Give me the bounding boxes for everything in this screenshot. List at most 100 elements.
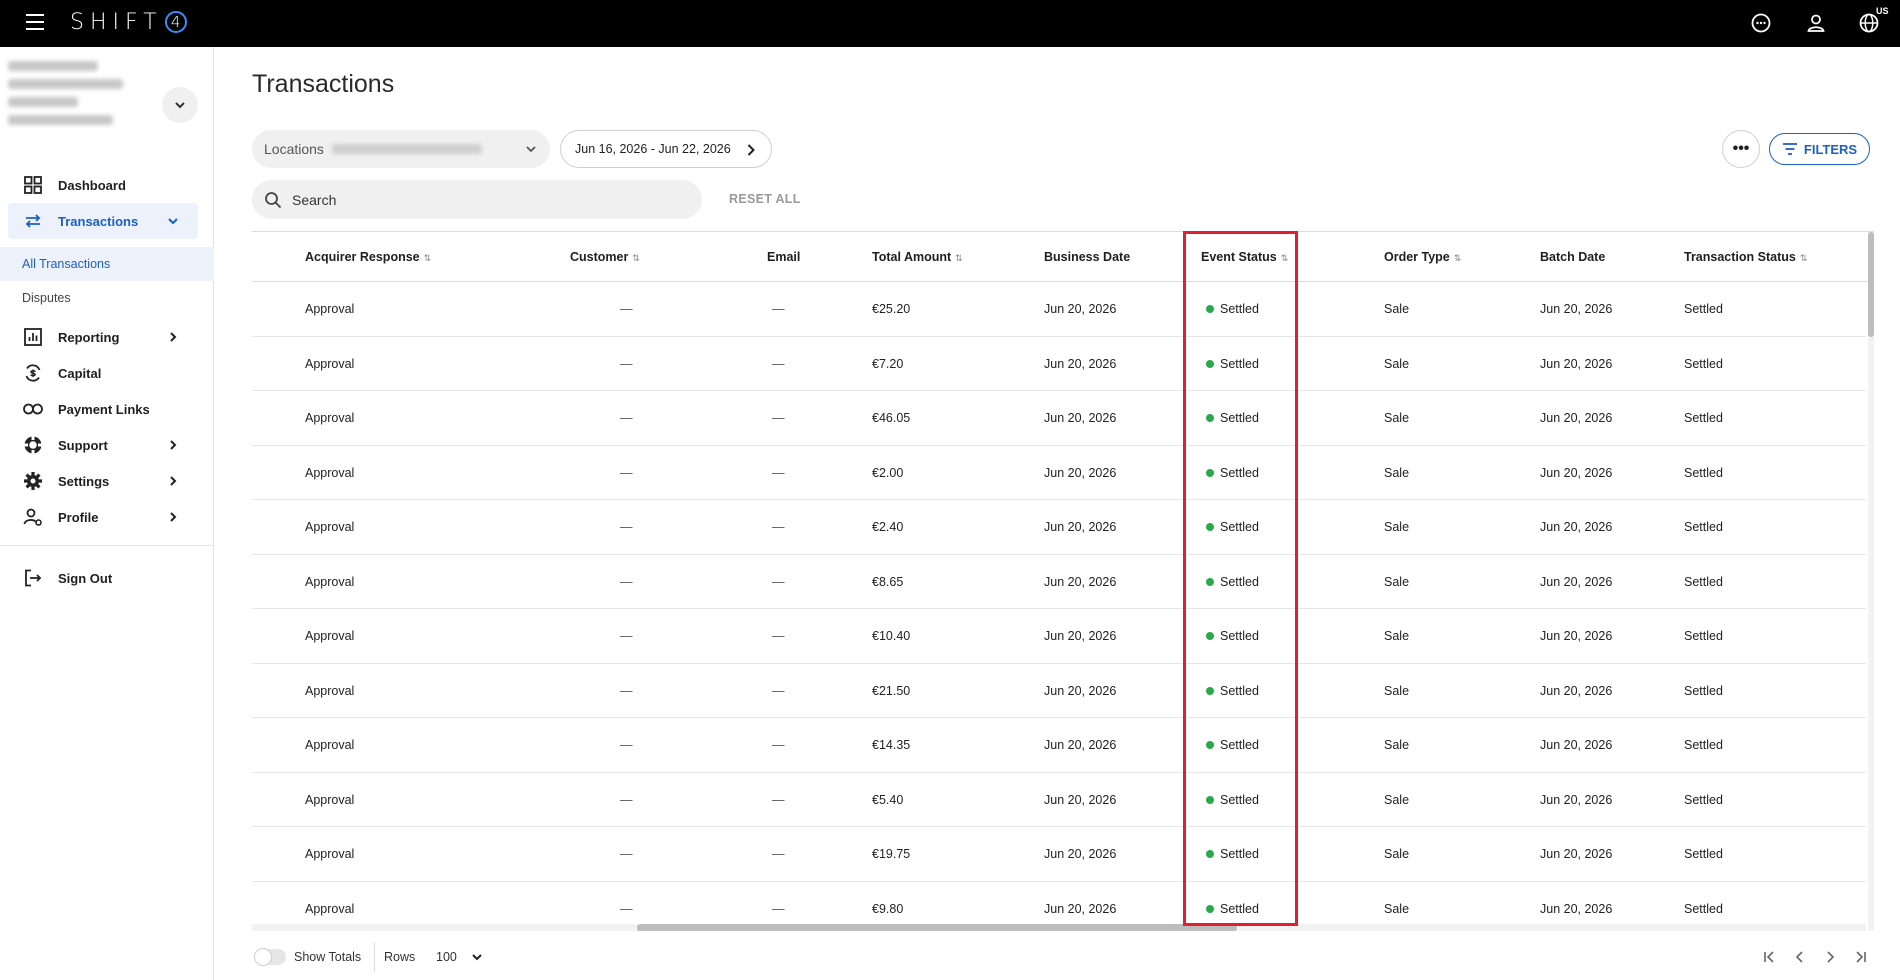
previous-page-icon[interactable] xyxy=(1792,949,1808,965)
nav-sign-out-label: Sign Out xyxy=(58,570,113,586)
sort-icon[interactable]: ⇅ xyxy=(424,253,432,263)
gear-icon xyxy=(22,470,44,492)
col-total-amount[interactable]: Total Amount ⇅ xyxy=(872,250,963,264)
cell-text: €21.50 xyxy=(872,683,911,698)
cell-text: Jun 20, 2026 xyxy=(1540,738,1613,752)
horizontal-scrollbar[interactable] xyxy=(252,924,1866,931)
account-switcher-button[interactable] xyxy=(162,87,198,123)
next-page-icon[interactable] xyxy=(1822,949,1838,965)
col-transaction-status[interactable]: Transaction Status ⇅ xyxy=(1684,250,1807,264)
cell-text: Settled xyxy=(1684,683,1723,698)
cell-text: Jun 20, 2026 xyxy=(1044,465,1117,480)
sort-icon[interactable]: ⇅ xyxy=(632,253,640,263)
first-page-icon[interactable] xyxy=(1762,949,1778,965)
cell-text: — xyxy=(772,901,785,916)
cell-text: — xyxy=(772,792,785,807)
last-page-icon[interactable] xyxy=(1852,949,1868,965)
chat-icon[interactable] xyxy=(1750,12,1772,34)
hamburger-menu-icon[interactable] xyxy=(26,14,46,32)
cell-text: Jun 20, 2026 xyxy=(1540,356,1613,371)
nav-settings[interactable]: Settings xyxy=(0,463,214,499)
cell-text: — xyxy=(620,847,633,861)
chevron-right-icon xyxy=(170,332,177,342)
cell-text: Sale xyxy=(1384,901,1410,916)
table-row[interactable]: Approval — — €7.20 Jun 20, 2026 Settled Sale Ju… xyxy=(252,337,1866,391)
status-dot-icon xyxy=(1206,414,1214,422)
sort-icon[interactable]: ⇅ xyxy=(1800,253,1808,263)
cell-email: — xyxy=(772,902,785,916)
horizontal-scroll-thumb[interactable] xyxy=(637,924,1237,931)
reset-all-button[interactable]: RESET ALL xyxy=(729,192,801,206)
cell-customer: — xyxy=(620,575,633,589)
cell-text: Settled xyxy=(1220,411,1259,425)
col-acquirer-response[interactable]: Acquirer Response ⇅ xyxy=(305,250,431,264)
cell-text: — xyxy=(772,574,785,589)
nav-transactions[interactable]: Transactions xyxy=(8,203,198,239)
filters-button[interactable]: FILTERS xyxy=(1769,133,1870,165)
show-totals-toggle[interactable] xyxy=(254,948,286,966)
cell-text: Sale xyxy=(1384,792,1410,807)
table-row[interactable]: Approval — — €14.35 Jun 20, 2026 Settled Sale J… xyxy=(252,718,1866,773)
col-order-type[interactable]: Order Type ⇅ xyxy=(1384,250,1461,264)
sort-icon[interactable]: ⇅ xyxy=(1454,253,1462,263)
page-title: Transactions xyxy=(252,70,395,98)
table-row[interactable]: Approval — — €5.40 Jun 20, 2026 Settled Sale Ju… xyxy=(252,773,1866,827)
cell-text: Jun 20, 2026 xyxy=(1044,792,1117,807)
nav-reporting[interactable]: Reporting xyxy=(0,319,214,355)
table-row[interactable]: Approval — — €19.75 Jun 20, 2026 Settled Sale J… xyxy=(252,827,1866,882)
chevron-down-icon[interactable] xyxy=(470,950,484,964)
search-input[interactable] xyxy=(292,191,672,208)
locations-select[interactable]: Locations xyxy=(252,130,550,168)
col-customer[interactable]: Customer ⇅ xyxy=(570,250,640,264)
table-row[interactable]: Approval — — €2.40 Jun 20, 2026 Settled Sale Ju… xyxy=(252,500,1866,555)
vertical-scrollbar[interactable] xyxy=(1868,232,1874,931)
cell-order-type: Sale xyxy=(1384,738,1409,752)
more-options-button[interactable]: ••• xyxy=(1722,130,1760,168)
cell-email: — xyxy=(772,411,785,425)
cell-transaction-status: Settled xyxy=(1684,793,1723,807)
cell-text: Jun 20, 2026 xyxy=(1044,738,1117,752)
cell-transaction-status: Settled xyxy=(1684,520,1723,534)
nav-disputes[interactable]: Disputes xyxy=(0,281,214,315)
table-row[interactable]: Approval — — €2.00 Jun 20, 2026 Settled Sale Ju… xyxy=(252,446,1866,500)
nav-dashboard[interactable]: Dashboard xyxy=(0,167,214,203)
nav-support[interactable]: Support xyxy=(0,427,214,463)
nav-payment-links[interactable]: Payment Links xyxy=(0,391,214,427)
cell-text: Jun 20, 2026 xyxy=(1540,901,1613,916)
table-row[interactable]: Approval — — €8.65 Jun 20, 2026 Settled Sale Ju… xyxy=(252,555,1866,609)
table-row[interactable]: Approval — — €46.05 Jun 20, 2026 Settled Sale J… xyxy=(252,391,1866,446)
col-event-status[interactable]: Event Status ⇅ xyxy=(1201,250,1288,264)
nav-sign-out[interactable]: Sign Out xyxy=(0,560,214,596)
col-email[interactable]: Email xyxy=(767,250,800,264)
cell-text: Sale xyxy=(1384,520,1410,534)
locations-label: Locations xyxy=(264,141,324,157)
cell-business-date: Jun 20, 2026 xyxy=(1044,466,1116,480)
rows-per-page-select[interactable]: 100 xyxy=(436,950,457,964)
cell-order-type: Sale xyxy=(1384,575,1409,589)
user-account-icon[interactable] xyxy=(1805,12,1827,34)
status-dot-icon xyxy=(1206,741,1214,749)
top-bar: SHIFT 4 US xyxy=(0,0,1900,47)
cell-transaction-status: Settled xyxy=(1684,411,1723,425)
sort-icon[interactable]: ⇅ xyxy=(1281,253,1289,263)
col-business-date[interactable]: Business Date xyxy=(1044,250,1130,264)
cell-event-status: Settled xyxy=(1206,738,1259,752)
brand-mark: 4 xyxy=(164,11,187,33)
cell-total-amount: €19.75 xyxy=(872,847,910,861)
sort-icon[interactable]: ⇅ xyxy=(955,253,963,263)
main-nav: Dashboard Transactions All Transactions … xyxy=(0,167,214,596)
nav-all-transactions[interactable]: All Transactions xyxy=(0,247,214,281)
nav-profile[interactable]: Profile xyxy=(0,499,214,535)
nav-reporting-label: Reporting xyxy=(58,329,120,345)
table-row[interactable]: Approval — — €10.40 Jun 20, 2026 Settled Sale J… xyxy=(252,609,1866,664)
vertical-scroll-thumb[interactable] xyxy=(1868,232,1874,337)
table-row[interactable]: Approval — — €21.50 Jun 20, 2026 Settled Sale J… xyxy=(252,664,1866,718)
col-batch-date[interactable]: Batch Date xyxy=(1540,250,1605,264)
chevron-down-icon xyxy=(168,218,178,225)
cell-text: Settled xyxy=(1220,629,1259,643)
brand-logo[interactable]: SHIFT 4 xyxy=(70,10,187,35)
table-row[interactable]: Approval — — €25.20 Jun 20, 2026 Settled Sale J… xyxy=(252,282,1866,337)
nav-capital[interactable]: Capital xyxy=(0,355,214,391)
cell-text: Settled xyxy=(1684,411,1723,425)
date-range-picker[interactable]: Jun 16, 2026 - Jun 22, 2026 xyxy=(560,130,772,168)
